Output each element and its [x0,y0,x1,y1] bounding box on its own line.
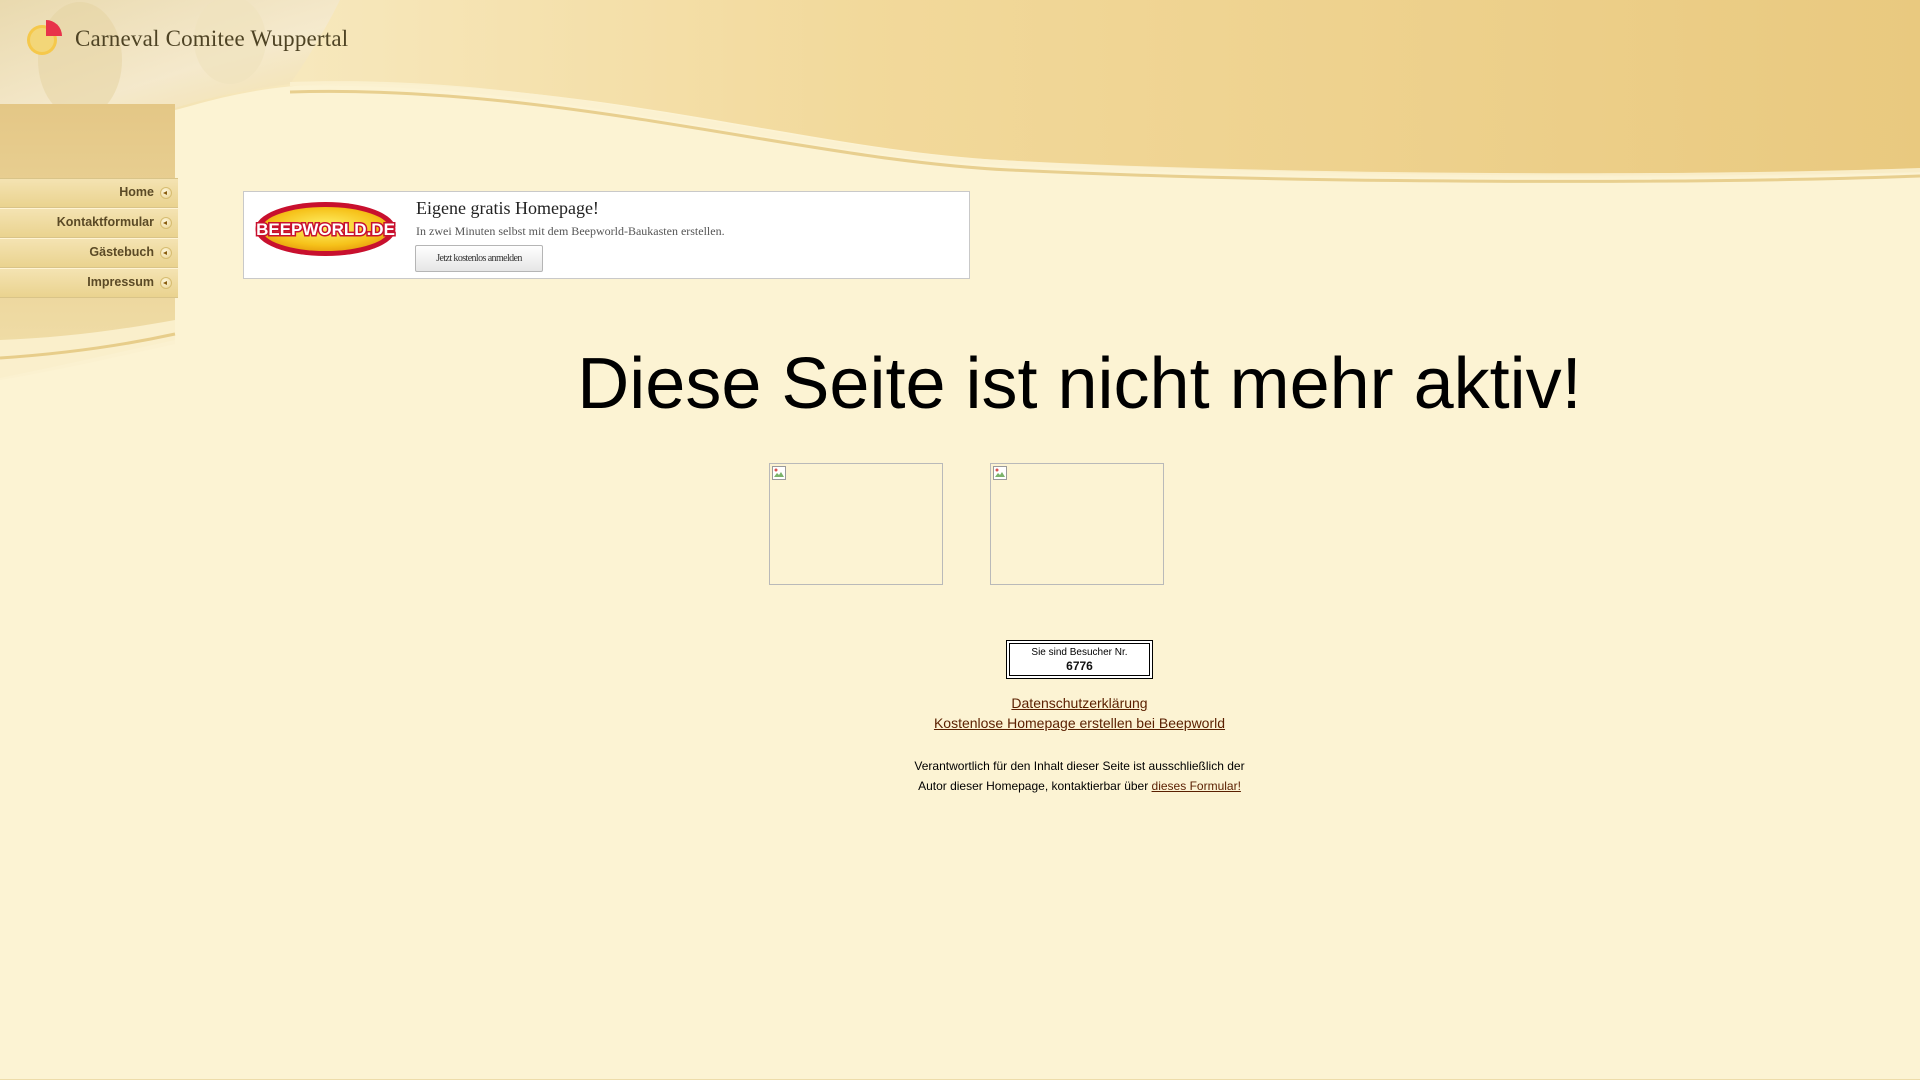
broken-image-icon [993,466,1007,480]
inactive-message: Diese Seite ist nicht mehr aktiv! [577,344,1582,424]
broken-image[interactable] [990,463,1164,585]
nav-item-label: Kontaktformular [56,215,154,229]
visitor-label: Sie sind Besucher Nr. [1031,647,1128,658]
broken-image-icon [772,466,786,480]
privacy-link[interactable]: Datenschutzerklärung [0,695,1920,711]
nav-item-label: Home [119,185,154,199]
left-arrow-bullet-icon [160,217,172,229]
nav-item-kontaktformular[interactable]: Kontaktformular [0,208,178,238]
broken-image[interactable] [769,463,943,585]
responsibility-notice: Verantwortlich für den Inhalt dieser Sei… [0,756,1920,796]
header-background [0,0,1920,380]
responsibility-line-2: Autor dieser Homepage, kontaktierbar übe… [239,776,1920,796]
signup-button[interactable]: Jetzt kostenlos anmelden [415,245,543,272]
responsibility-line-1: Verantwortlich für den Inhalt dieser Sei… [914,759,1245,773]
contact-form-link[interactable]: dieses Formular! [1152,779,1241,793]
left-arrow-bullet-icon [160,247,172,259]
responsibility-line-2-text: Autor dieser Homepage, kontaktierbar übe… [918,779,1152,793]
beepworld-logo-text: BEEPWORLD.DE [256,220,395,239]
nav-item-label: Impressum [87,275,154,289]
left-arrow-bullet-icon [160,277,172,289]
create-homepage-link[interactable]: Kostenlose Homepage erstellen bei Beepwo… [0,715,1920,731]
visitor-counter-frame: Sie sind Besucher Nr. 6776 [1009,643,1150,676]
beepworld-logo[interactable]: BEEPWORLD.DE [255,201,396,257]
ad-text: In zwei Minuten selbst mit dem Beepworld… [416,224,725,238]
nav-item-home[interactable]: Home [0,178,178,208]
sidebar-nav: Home Kontaktformular Gästebuch Impressum [0,178,178,298]
nav-item-gaestebuch[interactable]: Gästebuch [0,238,178,268]
beepworld-ad: BEEPWORLD.DE Eigene gratis Homepage! In … [243,191,970,279]
nav-item-label: Gästebuch [89,245,154,259]
ad-headline: Eigene gratis Homepage! [416,198,599,218]
visitor-counter: Sie sind Besucher Nr. 6776 [1006,640,1153,679]
page: Carneval Comitee Wuppertal Home Kontaktf… [0,0,1920,1080]
nav-item-impressum[interactable]: Impressum [0,268,178,298]
visitor-count: 6776 [1066,659,1093,673]
left-arrow-bullet-icon [160,187,172,199]
pie-logo-icon [27,20,62,55]
site-title: Carneval Comitee Wuppertal [75,26,349,51]
